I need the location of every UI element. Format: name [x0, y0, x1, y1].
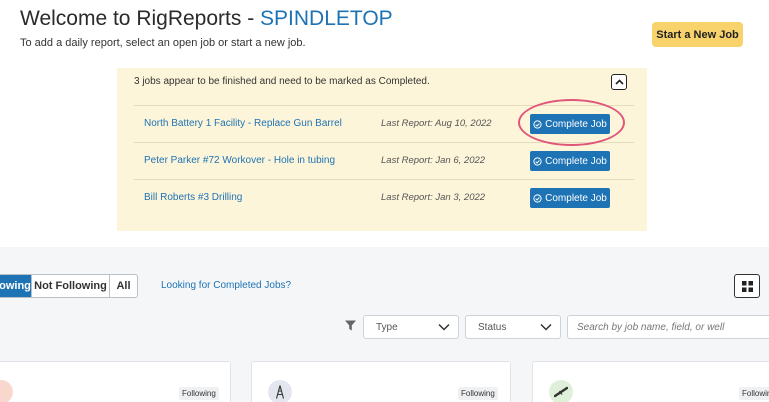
chevron-down-icon — [438, 323, 450, 331]
complete-job-button[interactable]: Complete Job — [530, 151, 610, 171]
complete-job-label: Complete Job — [545, 192, 607, 204]
segment-not-following[interactable]: Not Following — [32, 275, 110, 297]
job-link[interactable]: North Battery 1 Facility - Replace Gun B… — [144, 118, 342, 129]
notice-row: Peter Parker #72 Workover - Hole in tubi… — [134, 142, 634, 179]
chevron-down-icon — [540, 323, 552, 331]
last-report-date: Last Report: Jan 3, 2022 — [381, 192, 486, 203]
job-link[interactable]: Bill Roberts #3 Drilling — [144, 192, 242, 203]
start-new-job-button[interactable]: Start a New Job — [652, 22, 743, 47]
page-title: Welcome to RigReports - SPINDLETOP — [20, 7, 393, 31]
check-circle-icon — [533, 156, 542, 166]
job-link[interactable]: Peter Parker #72 Workover - Hole in tubi… — [144, 155, 335, 166]
complete-job-label: Complete Job — [545, 155, 607, 167]
drilling-rig-icon — [268, 380, 292, 402]
check-circle-icon — [533, 193, 542, 203]
complete-job-button[interactable]: Complete Job — [530, 188, 610, 208]
follow-filter-toggle: owing Not Following All — [0, 274, 138, 298]
page-header: Welcome to RigReports - SPINDLETOP To ad… — [0, 0, 769, 247]
completed-jobs-link[interactable]: Looking for Completed Jobs? — [161, 280, 291, 291]
last-report-date: Last Report: Jan 6, 2022 — [381, 155, 486, 166]
status-select-label: Status — [478, 322, 507, 333]
following-badge: Following — [179, 387, 219, 400]
completion-notice: 3 jobs appear to be finished and need to… — [117, 68, 647, 231]
job-card[interactable]: Followin — [532, 361, 769, 402]
segment-following[interactable]: owing — [0, 275, 32, 297]
last-report-date: Last Report: Aug 10, 2022 — [381, 118, 492, 129]
jobs-area: owing Not Following All Looking for Comp… — [0, 247, 769, 402]
type-select-label: Type — [376, 322, 398, 333]
status-select[interactable]: Status — [465, 315, 561, 339]
notice-message: 3 jobs appear to be finished and need to… — [134, 76, 430, 87]
grid-icon — [741, 280, 753, 292]
notice-row: Bill Roberts #3 Drilling Last Report: Ja… — [134, 179, 634, 216]
highlight-ring — [518, 99, 625, 146]
job-card[interactable]: Following — [251, 361, 511, 402]
company-name: SPINDLETOP — [260, 7, 393, 30]
page-subtitle: To add a daily report, select an open jo… — [20, 37, 306, 49]
type-select[interactable]: Type — [363, 315, 459, 339]
following-badge: Followin — [739, 387, 769, 400]
chevron-up-icon — [614, 79, 624, 85]
job-card[interactable]: Following — [0, 361, 231, 402]
grid-view-button[interactable] — [734, 274, 760, 298]
pipeline-icon — [549, 380, 573, 402]
search-input[interactable] — [567, 315, 769, 339]
job-type-icon — [0, 380, 13, 402]
filter-icon — [345, 320, 356, 331]
collapse-notice-button[interactable] — [611, 74, 627, 90]
segment-all[interactable]: All — [110, 275, 137, 297]
following-badge: Following — [458, 387, 498, 400]
title-prefix: Welcome to RigReports - — [20, 7, 261, 30]
